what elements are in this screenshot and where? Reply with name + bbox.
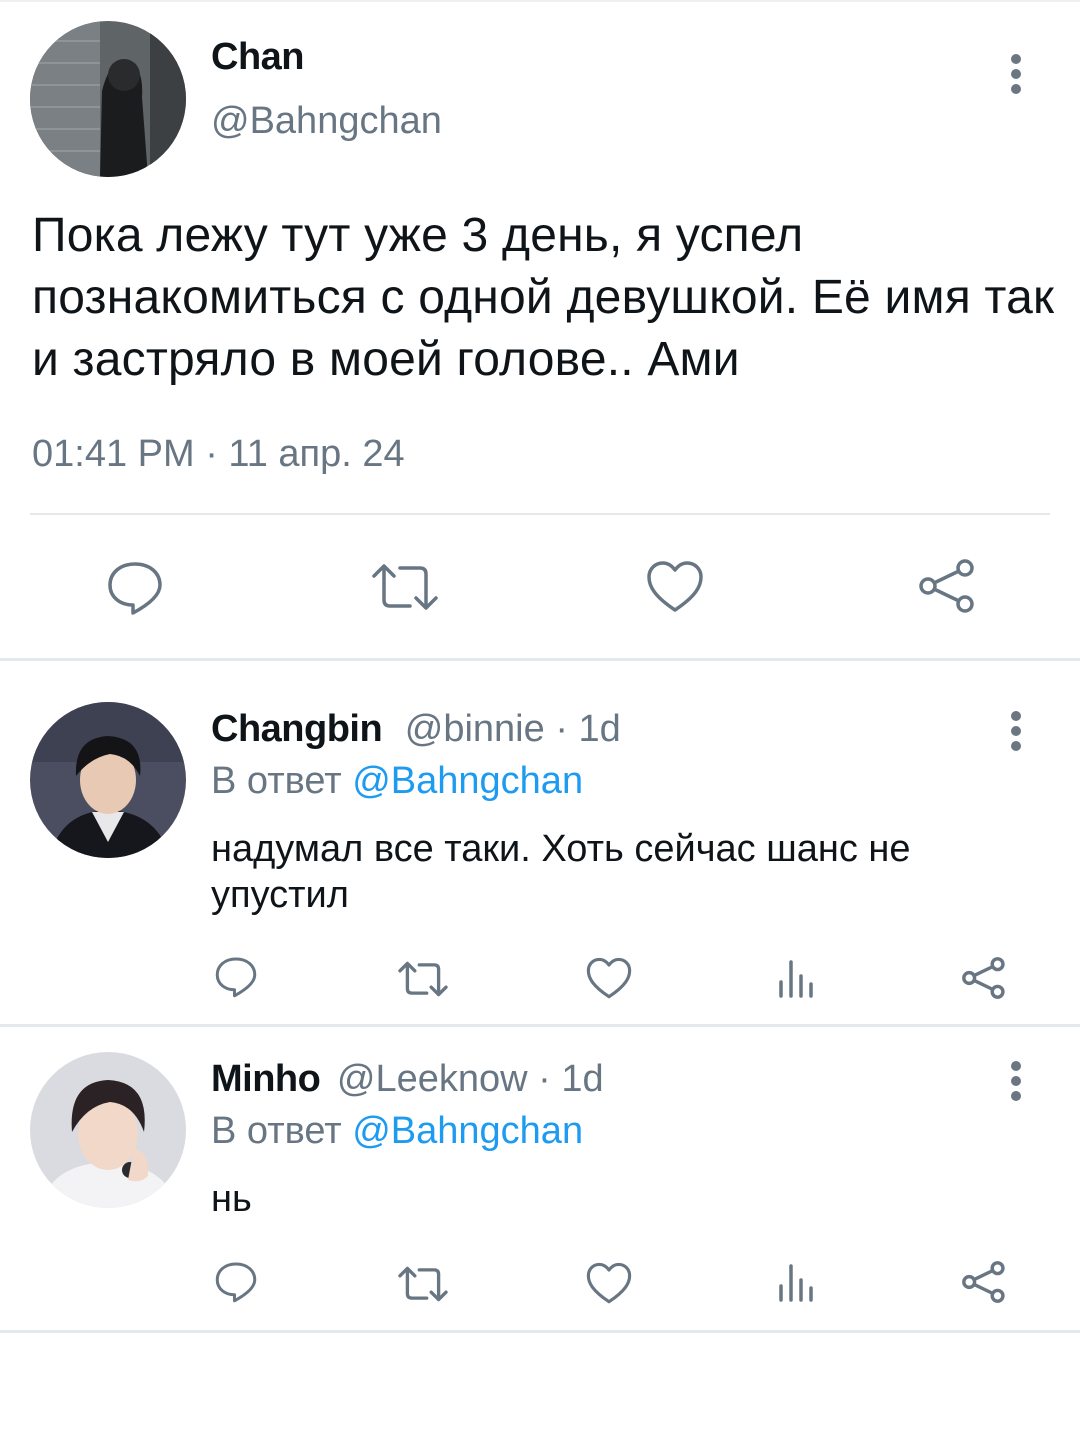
like-icon[interactable] [586, 957, 632, 1000]
reply-header: Minho @Leeknow · 1d [211, 1058, 604, 1101]
author-name[interactable]: Changbin [211, 708, 383, 750]
reply-text: нь [211, 1178, 252, 1220]
author-handle[interactable]: @binnie [405, 708, 545, 750]
retweet-icon[interactable] [397, 1265, 449, 1303]
tweet-text: Пока лежу тут уже 3 день, я успел познак… [32, 209, 1055, 386]
tweet-timestamp: 01:41 PM · 11 апр. 24 [32, 433, 405, 475]
stats-icon[interactable] [776, 958, 816, 1000]
stats-icon[interactable] [776, 1262, 816, 1304]
retweet-icon[interactable] [397, 960, 449, 998]
mention-link[interactable]: @Bahngchan [352, 760, 583, 802]
more-options-icon[interactable] [1011, 711, 1023, 756]
divider [30, 513, 1050, 515]
share-icon[interactable] [960, 955, 1006, 1001]
reply-icon[interactable] [214, 956, 258, 998]
reply-header: Changbin @binnie · 1d [211, 708, 621, 751]
reply-time: · 1d [538, 1058, 604, 1100]
share-icon[interactable] [960, 1259, 1006, 1305]
author-handle[interactable]: @Bahngchan [211, 100, 442, 143]
divider [0, 658, 1080, 661]
share-icon[interactable] [916, 556, 976, 616]
avatar[interactable] [30, 21, 186, 177]
author-name[interactable]: Chan [211, 36, 305, 79]
reply-text: надумал все таки. Хоть сейчас шанс не уп… [211, 828, 911, 916]
reply-icon[interactable] [214, 1261, 258, 1303]
reply-time: · 1d [555, 708, 621, 750]
more-options-icon[interactable] [1011, 54, 1023, 99]
like-icon[interactable] [646, 560, 704, 614]
main-tweet: Chan @Bahngchan Пока лежу тут уже 3 день… [0, 0, 1080, 660]
mention-link[interactable]: @Bahngchan [352, 1110, 583, 1152]
reply-to-line: В ответ @Bahngchan [211, 760, 583, 803]
divider [0, 1024, 1080, 1027]
avatar[interactable] [30, 1052, 186, 1208]
retweet-icon[interactable] [370, 562, 440, 612]
avatar[interactable] [30, 702, 186, 858]
reply-prefix: В ответ [211, 760, 342, 802]
author-name[interactable]: Minho [211, 1058, 321, 1100]
reply-to-line: В ответ @Bahngchan [211, 1110, 583, 1153]
like-icon[interactable] [586, 1262, 632, 1305]
divider [0, 1330, 1080, 1333]
more-options-icon[interactable] [1011, 1061, 1023, 1106]
reply-prefix: В ответ [211, 1110, 342, 1152]
author-handle[interactable]: @Leeknow [337, 1058, 528, 1100]
reply-icon[interactable] [106, 560, 164, 616]
